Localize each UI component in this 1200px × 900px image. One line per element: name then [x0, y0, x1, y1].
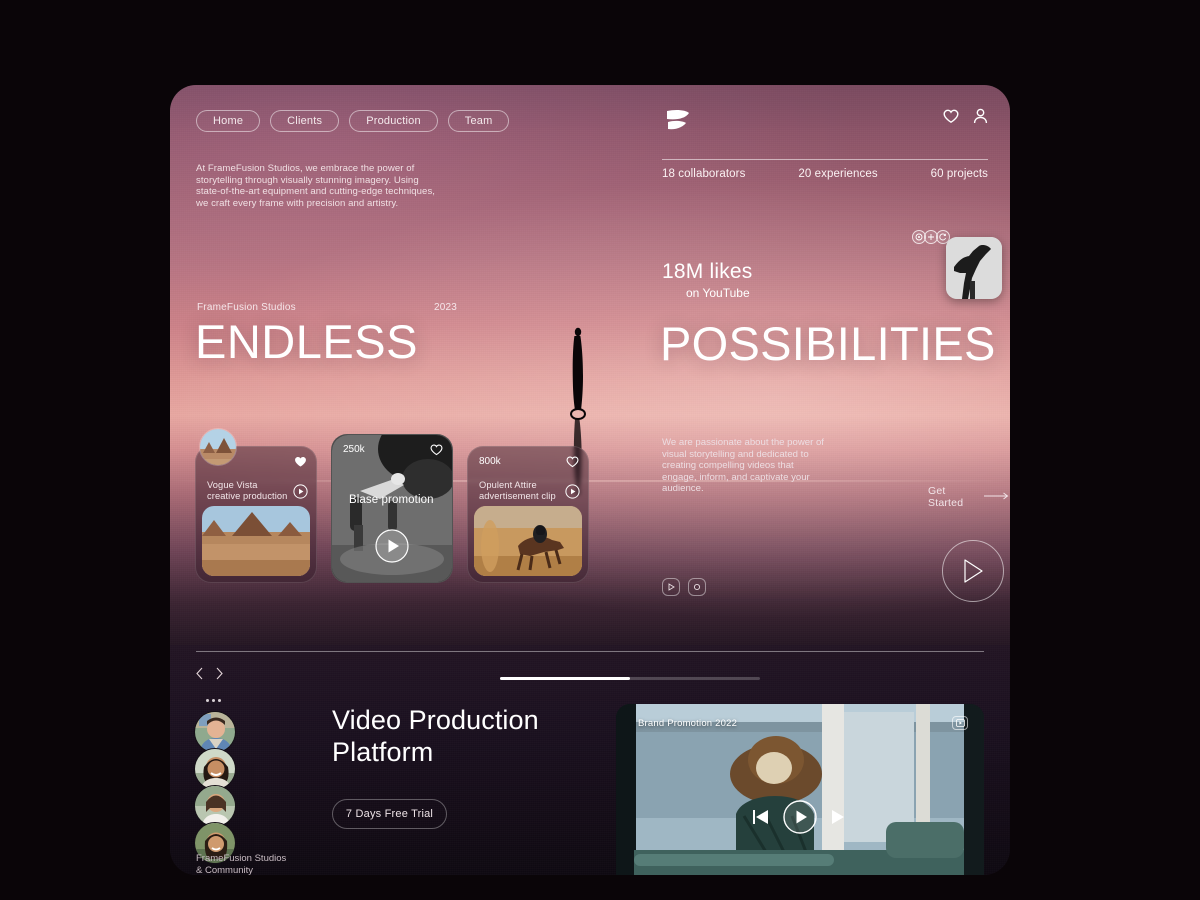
avatar	[194, 748, 236, 790]
footer-left: FrameFusion Studios & Community	[196, 853, 286, 875]
play-icon[interactable]	[375, 529, 409, 568]
stat-experiences: 20 experiences	[798, 168, 878, 180]
carousel-progress-track[interactable]	[500, 677, 760, 680]
page-title-line1: Video Production	[332, 705, 539, 735]
thumbnail-action-icons	[912, 230, 950, 244]
footer-left-line1: FrameFusion Studios	[196, 853, 287, 864]
play-icon[interactable]	[565, 484, 580, 504]
nav-item-clients[interactable]: Clients	[270, 110, 340, 132]
stat-collaborators: 18 collaborators	[662, 168, 746, 180]
page-title-line2: Platform	[332, 737, 434, 767]
avatar	[194, 711, 236, 753]
rewind-icon[interactable]	[751, 807, 773, 832]
chevron-left-icon[interactable]	[195, 667, 204, 685]
headline-possibilities: POSSIBILITIES	[660, 317, 996, 370]
hero-year: 2023	[433, 302, 457, 313]
card-title-line2: creative production	[207, 491, 288, 501]
intro-paragraph: At FrameFusion Studios, we embrace the p…	[196, 163, 436, 209]
record-circle-icon[interactable]	[688, 578, 706, 596]
stat-projects: 60 projects	[930, 168, 988, 180]
featured-thumbnail-group	[912, 230, 1002, 299]
chevron-right-icon[interactable]	[215, 667, 224, 685]
dot	[218, 699, 221, 702]
heart-icon[interactable]	[294, 455, 307, 473]
header-icon-group	[943, 108, 988, 129]
card-title-line1: Vogue Vista	[207, 480, 258, 490]
likes-platform: on YouTube	[686, 286, 750, 300]
hero-play-button[interactable]	[942, 540, 1004, 602]
media-toggle-group	[662, 578, 706, 596]
right-paragraph: We are passionate about the power of vis…	[662, 437, 824, 495]
video-transport-controls	[751, 800, 849, 839]
carousel-progress-fill	[500, 677, 630, 680]
feather-logo[interactable]	[664, 107, 692, 133]
heart-icon[interactable]	[943, 109, 959, 129]
hero-eyebrow: FrameFusion Studios 2023	[197, 302, 457, 313]
card-title-line2: advertisement clip	[479, 491, 556, 501]
avatar	[199, 428, 237, 466]
likes-count: 18M likes	[662, 260, 753, 283]
card-view-count: 800k	[479, 456, 501, 467]
video-frame	[616, 704, 984, 875]
play-icon[interactable]	[293, 484, 308, 504]
card-title: Opulent Attire advertisement clip	[479, 480, 556, 502]
section-divider	[196, 651, 984, 652]
video-title: Brand Promotion 2022	[638, 718, 738, 729]
likes-block: 18M likes on YouTube	[662, 260, 753, 300]
play-small-icon[interactable]	[662, 578, 680, 596]
heart-icon[interactable]	[430, 443, 443, 461]
video-card[interactable]: 800k Opulent Attire advertisement clip	[467, 446, 589, 583]
card-view-count: 250k	[343, 444, 365, 455]
hero-brand: FrameFusion Studios	[197, 302, 296, 313]
card-overlay-title: Blase promotion	[349, 494, 434, 506]
get-started-label: Get Started	[928, 485, 964, 509]
app-card: Home Clients Production Team At FrameFus…	[170, 85, 1010, 875]
play-icon[interactable]	[783, 800, 817, 839]
arrow-right-icon	[984, 491, 1010, 503]
get-started-button[interactable]: Get Started	[928, 485, 1010, 509]
card-thumbnail	[202, 506, 310, 576]
nav-item-home[interactable]: Home	[196, 110, 261, 132]
card-title: Vogue Vista creative production	[207, 480, 287, 502]
card-title-line1: Opulent Attire	[479, 480, 537, 490]
heart-icon[interactable]	[566, 455, 579, 473]
video-card[interactable]: Vogue Vista creative production	[195, 428, 317, 583]
screenshot-root: Home Clients Production Team At FrameFus…	[0, 0, 1200, 900]
featured-thumbnail[interactable]	[946, 237, 1002, 299]
video-player[interactable]: Brand Promotion 2022	[616, 704, 984, 875]
user-icon[interactable]	[973, 108, 988, 129]
video-card[interactable]: 250k Blase promotion	[331, 434, 453, 583]
stats-row: 18 collaborators 20 experiences 60 proje…	[662, 168, 988, 180]
fast-forward-icon[interactable]	[827, 807, 849, 832]
card-thumbnail	[474, 506, 582, 576]
nav-item-production[interactable]: Production	[349, 110, 438, 132]
picture-in-picture-icon[interactable]	[952, 716, 968, 730]
community-avatar-stack[interactable]	[194, 711, 236, 864]
headline-endless: ENDLESS	[195, 315, 418, 368]
primary-navigation: Home Clients Production Team	[196, 110, 510, 132]
more-options-icon[interactable]	[206, 699, 221, 702]
free-trial-button[interactable]: 7 Days Free Trial	[332, 799, 447, 829]
dot	[212, 699, 215, 702]
nav-item-team[interactable]: Team	[447, 110, 510, 132]
avatar	[194, 785, 236, 827]
page-title: Video Production Platform	[332, 704, 539, 768]
carousel-arrows	[195, 667, 224, 685]
footer-left-line2: & Community	[196, 864, 254, 876]
stats-divider	[662, 159, 988, 160]
dot	[206, 699, 209, 702]
